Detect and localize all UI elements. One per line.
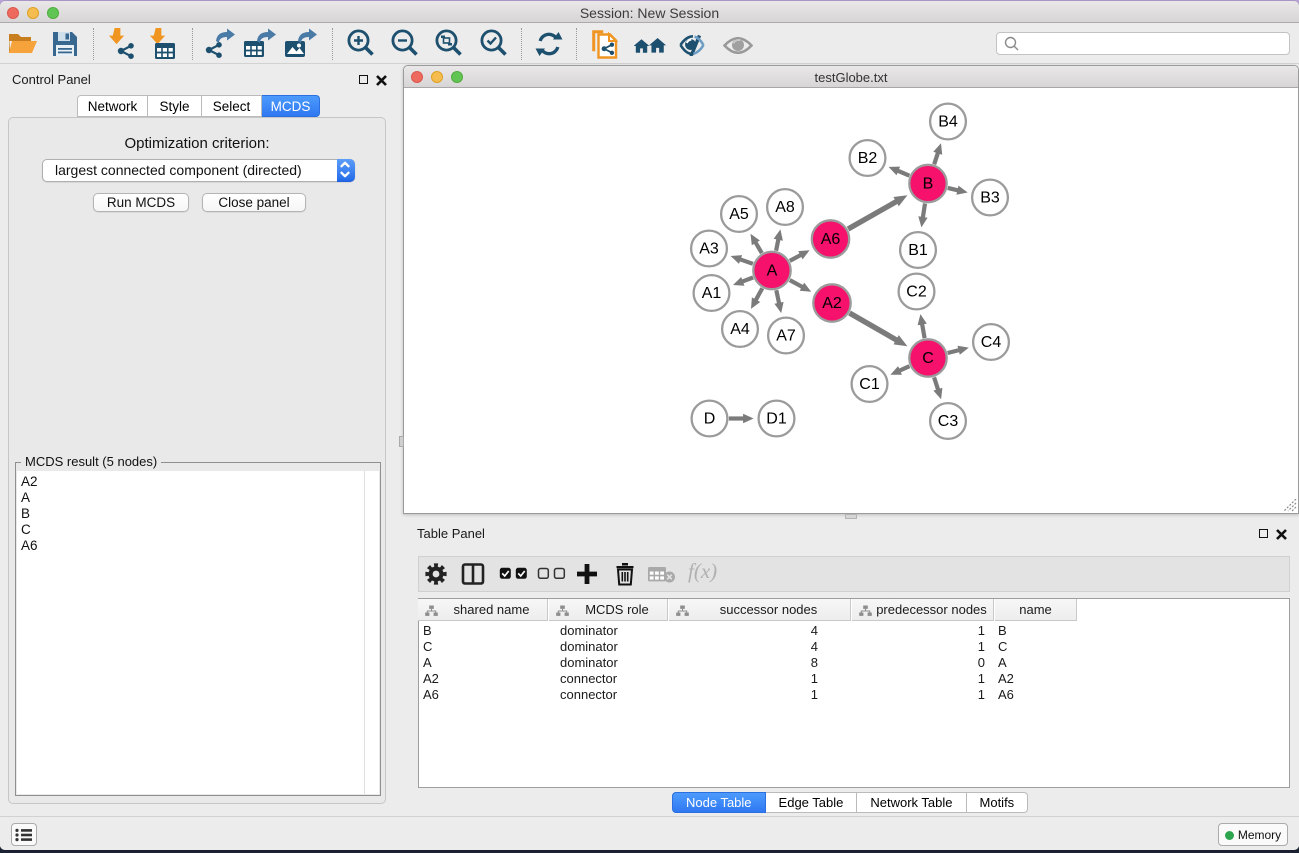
svg-text:A4: A4 <box>730 321 750 338</box>
svg-text:A3: A3 <box>699 241 719 258</box>
svg-text:D1: D1 <box>766 411 787 428</box>
svg-text:C3: C3 <box>938 413 959 430</box>
svg-text:A: A <box>767 263 778 280</box>
svg-text:B1: B1 <box>908 242 928 259</box>
svg-text:B4: B4 <box>938 114 958 131</box>
svg-text:A1: A1 <box>702 285 722 302</box>
svg-text:A2: A2 <box>822 295 842 312</box>
svg-text:A8: A8 <box>775 199 795 216</box>
svg-text:B2: B2 <box>858 150 878 167</box>
svg-text:C1: C1 <box>859 376 880 393</box>
svg-text:A6: A6 <box>821 231 841 248</box>
svg-text:C4: C4 <box>981 334 1002 351</box>
svg-text:A5: A5 <box>729 206 749 223</box>
svg-text:C2: C2 <box>906 284 927 301</box>
svg-text:B3: B3 <box>980 190 1000 207</box>
svg-text:B: B <box>923 176 934 193</box>
svg-text:A7: A7 <box>776 328 796 345</box>
svg-text:C: C <box>922 350 934 367</box>
svg-text:D: D <box>704 411 716 428</box>
